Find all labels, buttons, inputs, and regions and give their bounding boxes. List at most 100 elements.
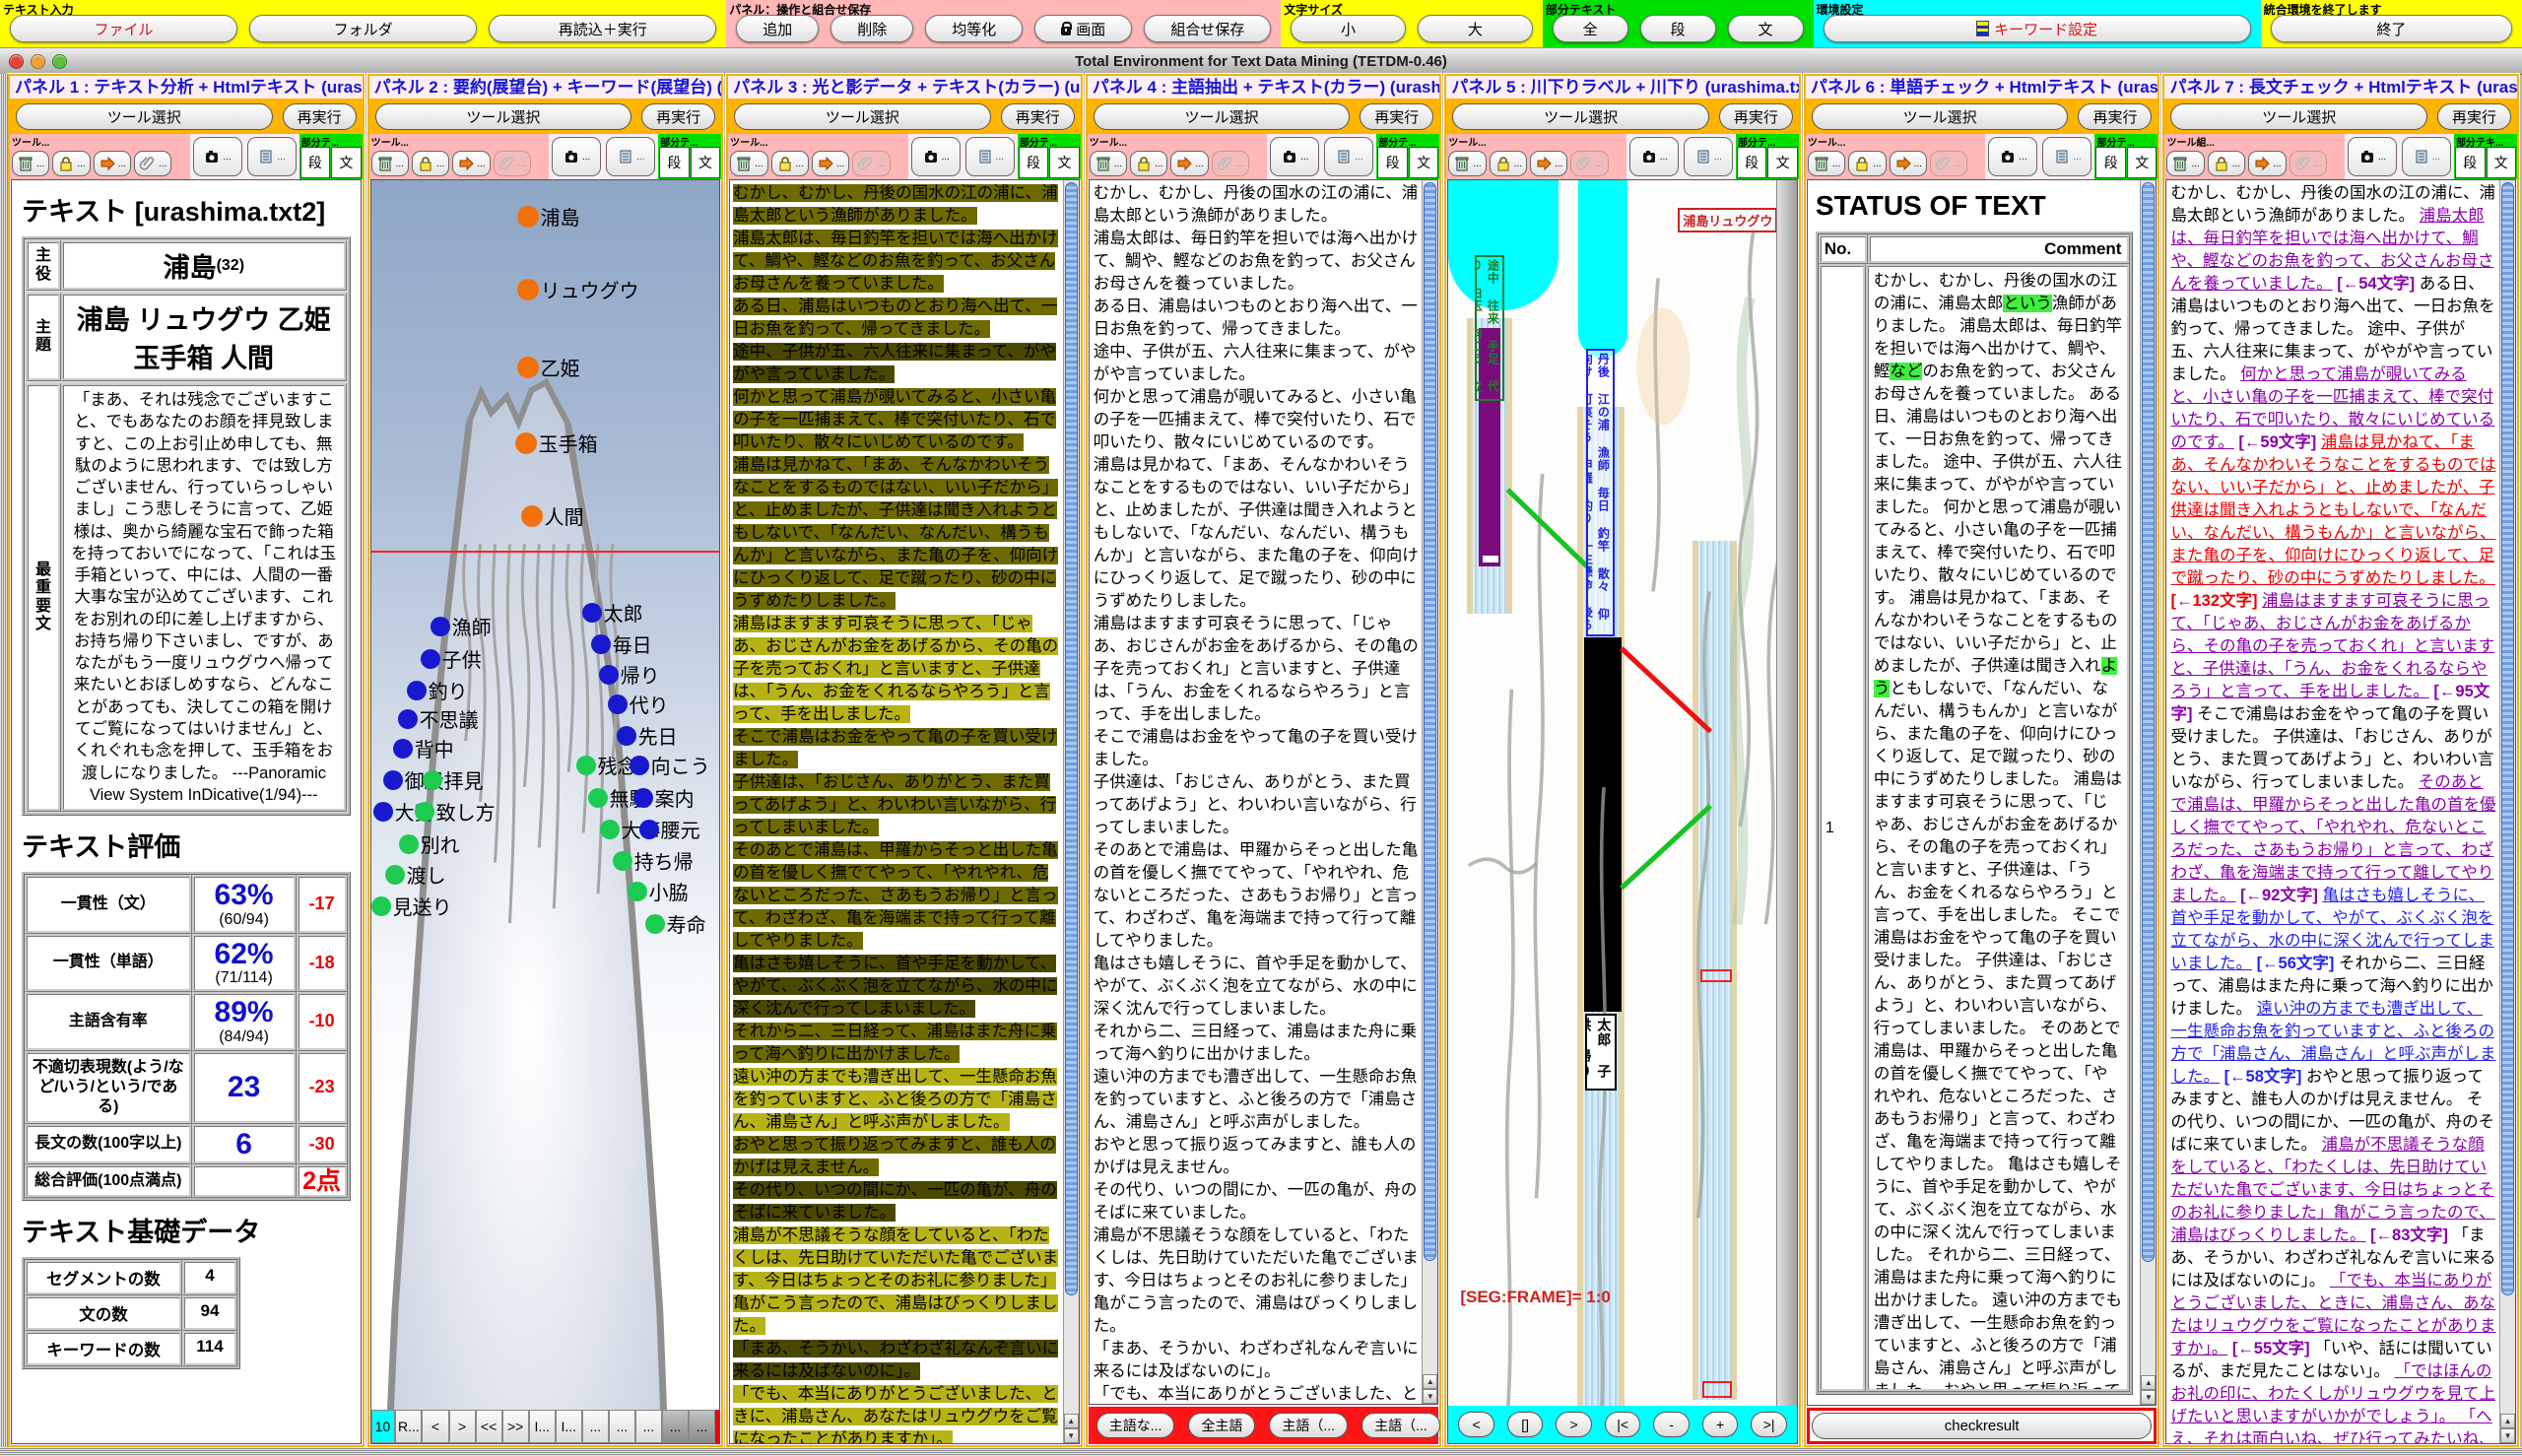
keyword-node[interactable]: 帰り [599, 660, 660, 689]
checked-sentence[interactable]: そのあとで浦島は、甲羅からそっと出した亀の首を優しく撫でてやって、「やれやれ、危… [2170, 773, 2495, 904]
scroll-down-icon[interactable]: ▼ [1064, 1428, 1079, 1443]
clip-tool-button[interactable]: ... [2290, 151, 2327, 176]
send-tool-button[interactable]: ... [1170, 151, 1208, 176]
part-seg-button[interactable]: 段 [2095, 147, 2126, 178]
sentence[interactable]: 浦島が不思議そうな顔をしていると、「わたくしは、先日助けていただいた亀でございま… [1094, 1226, 1419, 1335]
part-seg-button[interactable]: 段 [1737, 147, 1767, 178]
part-sen-button[interactable]: 文 [2127, 147, 2157, 178]
river-nav-button[interactable]: [] [1507, 1412, 1544, 1437]
lock-tool-button[interactable]: ... [2208, 151, 2245, 176]
keyword-node[interactable]: 釣り [407, 676, 468, 704]
keyword-node[interactable]: リュウグウ [517, 275, 639, 303]
keyword-node[interactable]: 見送り [371, 892, 452, 920]
toolbar-button-終了[interactable]: 終了 [2271, 15, 2512, 42]
sentence[interactable]: 浦島はますます可哀そうに思って、「じゃあ、おじさんがお金をあげるから、その亀の子… [1094, 615, 1419, 723]
map-nav-button[interactable]: ... [582, 1410, 609, 1443]
keyword-node[interactable]: 先日 [617, 721, 678, 750]
char-count-annotation[interactable]: [←83文字] [2370, 1226, 2448, 1244]
document-button[interactable]: ... [606, 137, 655, 176]
keyword-label-box-blue[interactable]: 丹後 江の浦 漁師 毎日 釣竿 散々 仰向け 可哀そう 甲羅 釣り 一生懸命 後… [1586, 349, 1615, 636]
sentence[interactable]: 何かと思って浦島が覗いてみると、小さい亀の子を一匹捕まえて、棒で突付いたり、石で… [1094, 388, 1417, 451]
checkresult-button[interactable]: checkresult [1812, 1413, 2153, 1439]
part-sen-button[interactable]: 文 [1049, 147, 1080, 178]
capture-button[interactable]: ... [1270, 137, 1319, 176]
clip-tool-button[interactable]: ... [852, 151, 890, 176]
sentence[interactable]: おやと思って振り返ってみますと、誰も人のかげは見えません。 [1094, 1136, 1417, 1176]
shaded-sentence[interactable]: 亀はさも嬉しそうに、首や手足を動かして、やがて、ぶくぶく泡を立てながら、水の中に… [733, 955, 1057, 1018]
toolbar-button-画面[interactable]: 画面 [1034, 15, 1132, 42]
document-button[interactable]: ... [247, 137, 297, 176]
shaded-sentence[interactable]: それから二、三日経って、浦島はまた舟に乗って海へ釣りに出かけました。 [733, 1023, 1056, 1063]
keyword-node[interactable]: 毎日 [591, 629, 652, 658]
rerun-button[interactable]: 再実行 [641, 103, 715, 130]
keyword-node[interactable]: 漁師 [431, 612, 492, 640]
scroll-up-icon[interactable]: ▲ [1423, 1374, 1437, 1389]
capture-button[interactable]: ... [552, 137, 601, 176]
lock-tool-button[interactable]: ... [412, 151, 449, 176]
sentence[interactable]: 浦島は見かねて、「まあ、そんなかわいそうなことをするものではない、いい子だから」… [1094, 456, 1419, 610]
shaded-sentence[interactable]: そのあとで浦島は、甲羅からそっと出した亀の首を優しく撫でてやって、「やれやれ、危… [733, 841, 1058, 950]
subject-filter-button[interactable]: 主語（... [1269, 1413, 1348, 1438]
keyword-node[interactable]: 案内 [633, 783, 695, 812]
lock-tool-button[interactable]: ... [771, 151, 809, 176]
delete-tool-button[interactable]: ... [1090, 151, 1127, 176]
keyword-label-box-green[interactable]: 途中 往来 手足 代り 白玉 向こう 立派 金銀 [1475, 255, 1504, 401]
lock-tool-button[interactable]: ... [1848, 151, 1886, 176]
shaded-sentence[interactable]: そこで浦島はお金をやって亀の子を買い受けました。 [733, 728, 1057, 768]
shaded-sentence[interactable]: 途中、子供が五、六人往来に集まって、がやがや言っていました。 [733, 343, 1056, 383]
subject-filter-button[interactable]: 主語（... [1361, 1413, 1440, 1438]
shaded-sentence[interactable]: ある日、浦島はいつものとおり海へ出て、一日お魚を釣って、帰ってきました。 [733, 298, 1057, 338]
keyword-node[interactable]: 持ち帰 [613, 846, 694, 875]
sentence[interactable]: 亀はさも嬉しそうに、首や手足を動かして、やがて、ぶくぶく泡を立てながら、水の中に… [1094, 955, 1418, 1018]
vertical-scrollbar[interactable]: ▲▼ [2499, 180, 2515, 1443]
keyword-node[interactable]: 玉手箱 [515, 429, 598, 457]
toolbar-button-再読込＋実行[interactable]: 再読込＋実行 [489, 15, 716, 42]
scroll-down-icon[interactable]: ▼ [1423, 1389, 1437, 1404]
char-count-annotation[interactable]: [←56文字] [2257, 955, 2335, 972]
shaded-sentence[interactable]: 「でも、本当にありがとうございました、ときに、浦島さん、あなたはリュウグウをご覧… [733, 1385, 1058, 1443]
keyword-node[interactable]: 子供 [421, 644, 482, 673]
keyword-node[interactable]: 人間 [521, 501, 584, 530]
scroll-up-icon[interactable]: ▲ [1064, 1414, 1079, 1428]
zoom-window-icon[interactable] [52, 54, 67, 69]
sentence[interactable]: 途中、子供が五、六人往来に集まって、がやがや言っていました。 [1094, 343, 1417, 383]
toolbar-button-全[interactable]: 全 [1553, 15, 1628, 42]
shaded-sentence[interactable]: おやと思って振り返ってみますと、誰も人のかげは見えません。 [733, 1136, 1056, 1176]
char-count-annotation[interactable]: [←59文字] [2238, 433, 2316, 451]
tool-select-button[interactable]: ツール選択 [375, 103, 632, 130]
send-tool-button[interactable]: ... [94, 151, 131, 176]
shaded-sentence[interactable]: 浦島が不思議そうな顔をしていると、「わたくしは、先日助けていただいた亀でございま… [733, 1226, 1058, 1335]
char-count-annotation[interactable]: [←58文字] [2224, 1068, 2302, 1086]
tool-select-button[interactable]: ツール選択 [2170, 103, 2427, 130]
part-seg-button[interactable]: 段 [2455, 147, 2486, 178]
sentence[interactable]: そこで浦島はお金をやって亀の子を買い受けました。 [1094, 728, 1418, 768]
sentence[interactable]: 遠い沖の方までも漕ぎ出して、一生懸命お魚を釣っていますと、ふと後ろの方で「浦島さ… [1094, 1068, 1418, 1131]
toolbar-button-追加[interactable]: 追加 [736, 15, 819, 42]
vertical-scrollbar[interactable]: ▲▼ [1063, 180, 1079, 1443]
window-resize-grip[interactable] [0, 1447, 2522, 1456]
toolbar-button-キーワード設定[interactable]: キーワード設定 [1824, 15, 2251, 42]
shaded-sentence[interactable]: 浦島太郎は、毎日釣竿を担いでは海へ出かけて、鯛や、鰹などのお魚を釣って、お父さん… [733, 230, 1058, 293]
char-count-annotation[interactable]: [←132文字] [2170, 592, 2257, 610]
clip-tool-button[interactable]: ... [1930, 151, 1967, 176]
part-sen-button[interactable]: 文 [691, 147, 721, 178]
toolbar-button-段[interactable]: 段 [1640, 15, 1716, 42]
toolbar-button-文[interactable]: 文 [1728, 15, 1804, 42]
toolbar-button-大[interactable]: 大 [1418, 15, 1533, 42]
rerun-button[interactable]: 再実行 [2078, 103, 2152, 130]
scrollbar-thumb[interactable] [1065, 182, 1078, 1295]
shaded-sentence[interactable]: 遠い沖の方までも漕ぎ出して、一生懸命お魚を釣っていますと、ふと後ろの方で「浦島さ… [733, 1068, 1057, 1131]
keyword-label-box-black[interactable]: 太郎 子供 帰り 背中 [1585, 1014, 1617, 1091]
toolbar-button-均等化[interactable]: 均等化 [925, 15, 1023, 42]
document-button[interactable]: ... [1684, 137, 1733, 176]
delete-tool-button[interactable]: ... [12, 151, 49, 176]
vertical-scrollbar[interactable]: ▲▼ [2140, 180, 2156, 1405]
map-nav-button[interactable]: R... [395, 1410, 422, 1443]
send-tool-button[interactable]: ... [812, 151, 849, 176]
sentence[interactable]: そのあとで浦島は、甲羅からそっと出した亀の首を優しく撫でてやって、「やれやれ、危… [1094, 841, 1419, 950]
map-nav-button[interactable]: ... [609, 1410, 635, 1443]
toolbar-button-小[interactable]: 小 [1291, 15, 1406, 42]
map-nav-button[interactable]: ... [662, 1410, 689, 1443]
shaded-sentence[interactable]: 浦島はますます可哀そうに思って、「じゃあ、おじさんがお金をあげるから、その亀の子… [733, 615, 1058, 723]
river-nav-button[interactable]: - [1653, 1412, 1690, 1437]
